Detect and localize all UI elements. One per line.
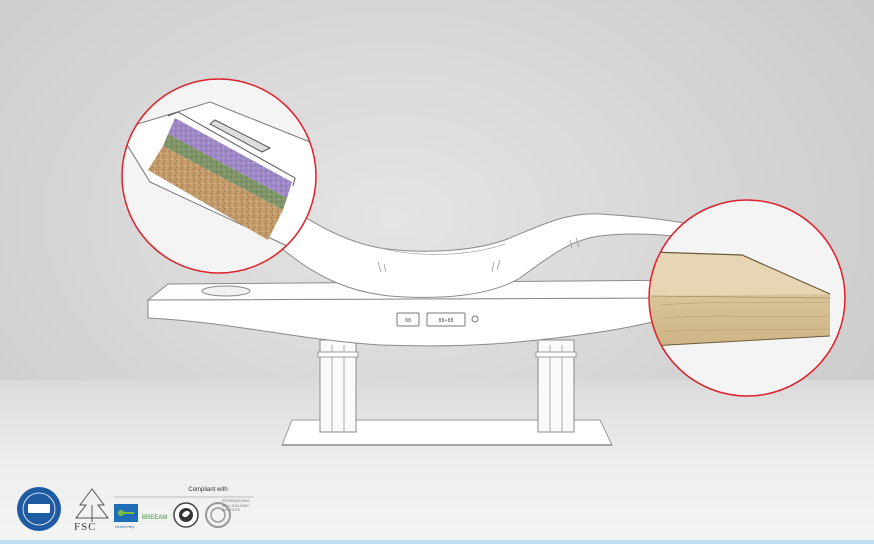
- green-key-logo: [114, 504, 138, 522]
- fsc-tree-icon: [74, 488, 110, 522]
- indoor-air-gold-logo: [17, 487, 61, 531]
- well-logo: [205, 502, 231, 528]
- svg-text:88•88: 88•88: [438, 318, 453, 324]
- bottom-accent-line: [0, 540, 874, 544]
- product-scene: 88 88•88: [17, 78, 846, 531]
- left-column: [317, 339, 359, 433]
- svg-text:88: 88: [405, 318, 411, 324]
- wood-edge-callout: [648, 199, 846, 397]
- right-column: [535, 339, 577, 433]
- usgbc-logo: [173, 502, 199, 528]
